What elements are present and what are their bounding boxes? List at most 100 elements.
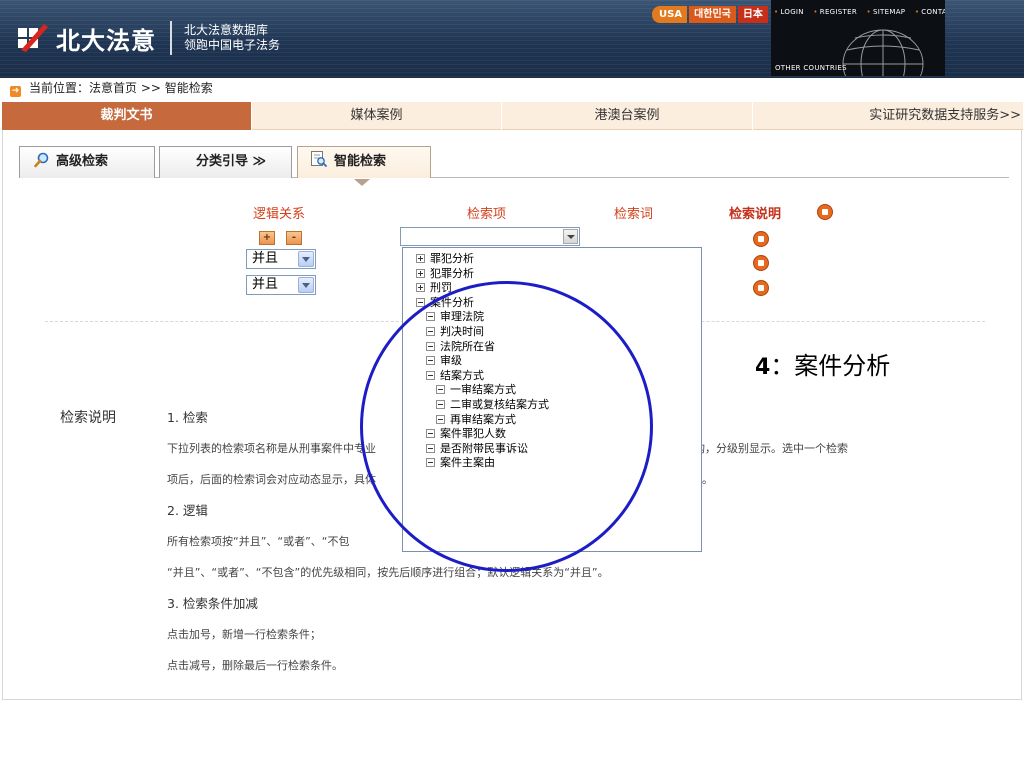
search-item-combo[interactable] — [400, 227, 580, 246]
tree-node[interactable]: 结案方式 — [416, 369, 701, 384]
explanation-para-5: 点击加号，新增一行检索条件； — [167, 628, 321, 641]
contact-link[interactable]: CONTACT US — [915, 8, 945, 16]
tree-list: 罪犯分析 犯罪分析 刑罚 案件分析 审理法院 判决时间 法院所在省 审级 结案方… — [403, 248, 701, 471]
logo-divider — [170, 21, 172, 55]
tree-node[interactable]: 案件分析 — [416, 296, 701, 311]
tab-hk-macau-tw-cases[interactable]: 港澳台案例 — [502, 102, 753, 130]
explanation-heading-3: 3. 检索条件加减 — [167, 596, 258, 611]
brand-name: 北大法意 — [56, 26, 156, 55]
leaf-box-icon — [436, 399, 445, 409]
annotation-text: ：案件分析 — [770, 352, 891, 380]
tab-media-cases[interactable]: 媒体案例 — [252, 102, 502, 130]
tree-node-label: 审理法院 — [440, 310, 484, 324]
tree-node[interactable]: 再审结案方式 — [416, 413, 701, 428]
tree-node[interactable]: 法院所在省 — [416, 340, 701, 355]
annotation-number: 4 — [755, 355, 771, 380]
expand-plus-icon[interactable] — [416, 254, 425, 263]
explanation-title: 检索说明 — [60, 410, 116, 426]
login-link[interactable]: LOGIN — [774, 8, 804, 16]
lang-korea[interactable]: 대한민국 — [689, 6, 736, 23]
tab-category-guide[interactable]: 分类引导 ≫ — [159, 146, 292, 178]
help-toggle-button[interactable] — [817, 204, 833, 220]
explanation-para-6: 点击减号，删除最后一行检索条件。 — [167, 659, 343, 672]
tree-node[interactable]: 一审结案方式 — [416, 383, 701, 398]
header-logic: 逻辑关系 — [253, 207, 306, 222]
breadcrumb-home-link[interactable]: 法意首页 — [89, 81, 137, 95]
logic-select-row1[interactable]: 并且 — [246, 249, 316, 269]
header-search-help: 检索说明 — [729, 207, 782, 222]
tab-smart-search-label: 智能检索 — [334, 154, 387, 169]
tree-node-label: 是否附带民事诉讼 — [440, 441, 528, 455]
logic-select-row2-value: 并且 — [252, 277, 279, 292]
tree-node[interactable]: 判决时间 — [416, 325, 701, 340]
tab-category-guide-label: 分类引导 — [196, 154, 249, 169]
lang-japan[interactable]: 日本 — [737, 6, 768, 23]
header-search-item: 检索项 — [467, 207, 507, 222]
breadcrumb-arrow-icon: ➜ — [10, 86, 21, 97]
tab-empirical-research[interactable]: 实证研究数据支持服务>> — [753, 102, 1024, 130]
explanation-text: 项后，后面的检索词会对应动态显示，具体 — [167, 473, 376, 486]
register-link[interactable]: REGISTER — [813, 8, 857, 16]
leaf-box-icon — [426, 341, 435, 351]
explanation-text: 下拉列表的检索项名称是从刑事案件中专业 — [167, 442, 376, 455]
tree-node-label: 再审结案方式 — [450, 412, 516, 426]
tree-node[interactable]: 犯罪分析 — [416, 267, 701, 282]
active-tab-notch — [354, 179, 370, 186]
tree-node[interactable]: 案件罪犯人数 — [416, 427, 701, 442]
tree-node-label: 案件分析 — [430, 295, 474, 309]
tree-node-label: 二审或复核结案方式 — [450, 397, 549, 411]
breadcrumb-separator: >> — [140, 81, 161, 95]
collapse-minus-icon[interactable] — [426, 370, 435, 380]
tab-judgment-docs[interactable]: 裁判文书 — [2, 102, 252, 130]
document-search-icon — [310, 150, 328, 180]
leaf-box-icon — [426, 312, 435, 322]
tab-advanced-search[interactable]: 高级检索 — [19, 146, 155, 178]
site-logo[interactable]: 北大法意 北大法意数据库 领跑中国电子法务 — [18, 21, 281, 55]
leaf-box-icon — [426, 356, 435, 366]
expand-plus-icon[interactable] — [416, 283, 425, 293]
search-mode-tabs: 高级检索 分类引导 ≫ 智能检索 — [19, 146, 1009, 186]
tagline-line1: 北大法意数据库 — [184, 23, 269, 37]
tab-smart-search[interactable]: 智能检索 — [297, 146, 431, 186]
tree-node-label: 法院所在省 — [440, 339, 495, 353]
tree-node-label: 刑罚 — [430, 281, 452, 295]
row-help-button-2[interactable] — [753, 255, 769, 271]
main-tabs: 裁判文书 媒体案例 港澳台案例 实证研究数据支持服务>> — [2, 102, 1024, 130]
logic-select-row2[interactable]: 并且 — [246, 275, 316, 295]
logo-mark-icon — [18, 24, 48, 52]
lang-usa[interactable]: USA — [652, 6, 688, 23]
explanation-para-4: “并且”、“或者”、“不包含”的优先级相同，按先后顺序进行组合；默认逻辑关系为“… — [167, 566, 609, 579]
combo-dropdown-button[interactable] — [563, 229, 578, 244]
slide-annotation: 4：案件分析 — [755, 346, 890, 381]
expand-plus-icon[interactable] — [416, 268, 425, 278]
other-countries-link[interactable]: OTHER COUNTRIES — [775, 64, 847, 72]
tree-node-label: 一审结案方式 — [450, 383, 516, 397]
tree-node[interactable]: 审理法院 — [416, 310, 701, 325]
tree-node[interactable]: 是否附带民事诉讼 — [416, 442, 701, 457]
tree-node[interactable]: 审级 — [416, 354, 701, 369]
breadcrumb-prefix: 当前位置： — [29, 81, 90, 95]
leaf-box-icon — [426, 443, 435, 453]
tree-node-label: 判决时间 — [440, 324, 484, 338]
top-nav: LOGIN REGISTER SITEMAP CONTACT US OTHER … — [771, 0, 945, 76]
header-search-word: 检索词 — [614, 207, 654, 222]
breadcrumb: ➜ 当前位置：法意首页 >> 智能检索 — [0, 78, 1024, 100]
search-item-tree-dropdown[interactable]: 罪犯分析 犯罪分析 刑罚 案件分析 审理法院 判决时间 法院所在省 审级 结案方… — [402, 247, 702, 552]
row-help-button-1[interactable] — [753, 231, 769, 247]
remove-row-button[interactable]: - — [286, 231, 302, 245]
tree-node-label: 案件罪犯人数 — [440, 427, 506, 441]
logic-select-row1-value: 并且 — [252, 251, 279, 266]
language-switcher: USA 대한민국 日本 — [652, 6, 768, 23]
sitemap-link[interactable]: SITEMAP — [867, 8, 906, 16]
globe-icon — [833, 22, 933, 76]
add-row-button[interactable]: + — [259, 231, 275, 245]
tagline-line2: 领跑中国电子法务 — [184, 38, 281, 52]
tree-node[interactable]: 罪犯分析 — [416, 252, 701, 267]
collapse-minus-icon[interactable] — [416, 297, 425, 307]
breadcrumb-current: 智能检索 — [164, 81, 213, 95]
tree-node[interactable]: 刑罚 — [416, 281, 701, 296]
tree-node[interactable]: 二审或复核结案方式 — [416, 398, 701, 413]
tree-node[interactable]: 案件主案由 — [416, 456, 701, 471]
row-help-button-3[interactable] — [753, 280, 769, 296]
tree-node-label: 案件主案由 — [440, 456, 495, 470]
